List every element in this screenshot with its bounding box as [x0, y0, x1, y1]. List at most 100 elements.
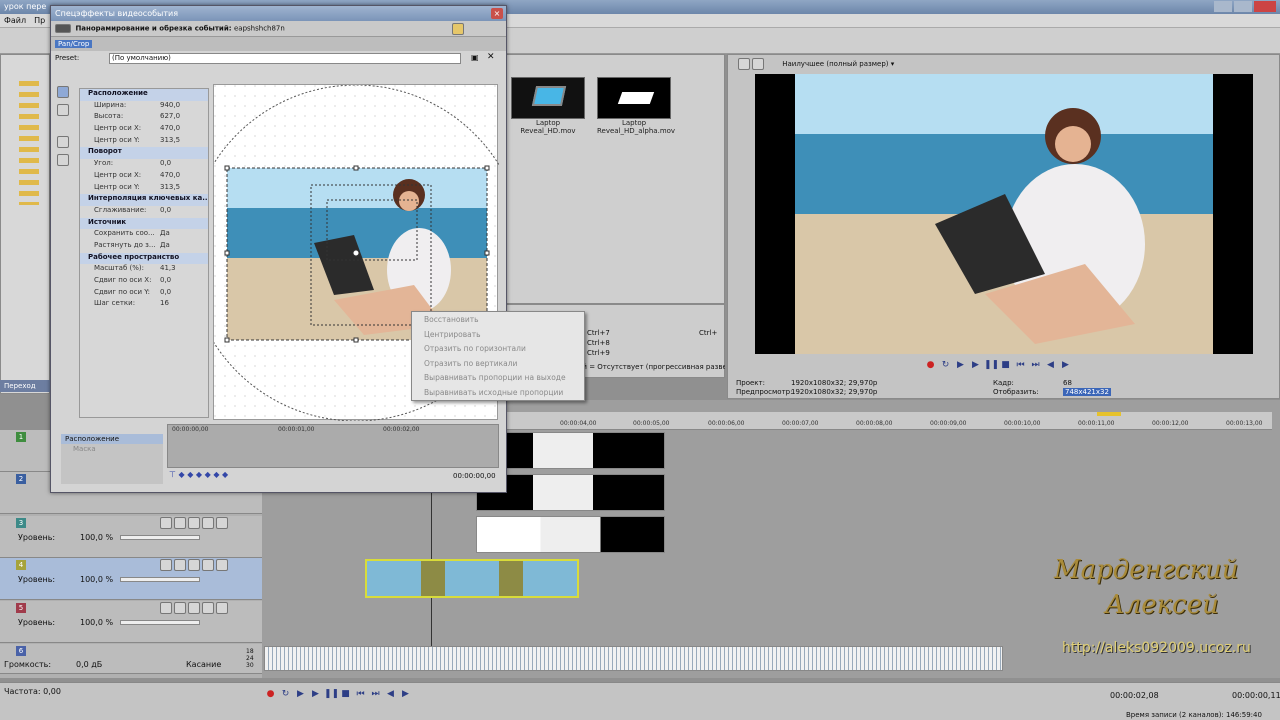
track-solo-icon[interactable]: [216, 517, 228, 529]
prev-keyframe-icon[interactable]: ◆: [187, 470, 193, 479]
clip-beach-video[interactable]: [365, 559, 579, 598]
kf-track-mask[interactable]: Маска: [61, 444, 163, 454]
play-icon[interactable]: ▶: [309, 688, 322, 701]
loop-marker[interactable]: [1097, 412, 1121, 416]
prop-row[interactable]: Ширина: 940,0: [80, 101, 208, 113]
prop-row[interactable]: Шаг сетки: 16: [80, 299, 208, 311]
delete-keyframe-icon[interactable]: ◆: [205, 470, 211, 479]
zoom-tool-icon[interactable]: [57, 104, 69, 116]
close-icon[interactable]: ×: [491, 8, 503, 19]
kf-track-position[interactable]: Расположение: [61, 434, 163, 444]
sync-cursor-icon[interactable]: ⊤: [169, 470, 176, 479]
explorer-tree[interactable]: [19, 75, 39, 205]
level-slider[interactable]: [120, 577, 200, 582]
go-start-icon[interactable]: ⏮: [1014, 359, 1027, 372]
prev-frame-icon[interactable]: ◀: [1044, 359, 1057, 372]
menu-item-flip-vertical[interactable]: Отразить по вертикали: [412, 356, 584, 371]
prop-row[interactable]: Центр оси X: 470,0: [80, 124, 208, 136]
preview-mode-icon[interactable]: [752, 58, 764, 70]
prop-section[interactable]: Расположение: [80, 89, 208, 101]
normal-edit-tool-icon[interactable]: [57, 86, 69, 98]
prop-row[interactable]: Высота: 627,0: [80, 112, 208, 124]
prop-row[interactable]: Центр оси Y: 313,5: [80, 183, 208, 195]
track-fx-icon[interactable]: [160, 559, 172, 571]
chevron-down-icon[interactable]: ▾: [889, 60, 895, 68]
delete-preset-icon[interactable]: ✕: [487, 52, 495, 62]
add-keyframe-icon[interactable]: ◆: [196, 470, 202, 479]
snap-tool-icon[interactable]: [57, 154, 69, 166]
prop-section[interactable]: Источник: [80, 217, 208, 230]
prop-row[interactable]: Масштаб (%): 41,3: [80, 264, 208, 276]
fx-bypass-icon[interactable]: [452, 23, 464, 35]
prop-row[interactable]: Растянуть до з... Да: [80, 241, 208, 253]
dialog-titlebar[interactable]: Спецэффекты видеособытия ×: [51, 6, 506, 21]
preset-select[interactable]: (По умолчанию): [109, 53, 461, 64]
maximize-button[interactable]: [1234, 1, 1252, 12]
record-icon[interactable]: ●: [264, 688, 277, 701]
preview-quality-select[interactable]: Наилучшее (полный размер): [782, 60, 888, 68]
next-frame-icon[interactable]: ▶: [1059, 359, 1072, 372]
loop-icon[interactable]: ↻: [939, 359, 952, 372]
play-from-start-icon[interactable]: ▶: [294, 688, 307, 701]
move-tool-icon[interactable]: [57, 136, 69, 148]
track-mute-icon[interactable]: [202, 517, 214, 529]
prop-row[interactable]: Сглаживание: 0,0: [80, 206, 208, 218]
save-preset-icon[interactable]: ▣: [471, 53, 479, 62]
prop-section[interactable]: Рабочее пространство: [80, 252, 208, 265]
play-from-start-icon[interactable]: ▶: [954, 359, 967, 372]
menu-item-restore[interactable]: Восстановить: [412, 312, 584, 327]
next-frame-icon[interactable]: ▶: [399, 688, 412, 701]
close-window-button[interactable]: [1254, 1, 1276, 12]
media-item-laptop[interactable]: Laptop Reveal_HD.mov: [511, 77, 585, 135]
go-end-icon[interactable]: ⏭: [1029, 359, 1042, 372]
track-header[interactable]: 5 Уровень: 100,0 %: [0, 601, 262, 643]
menu-item-flip-horizontal[interactable]: Отразить по горизонтали: [412, 341, 584, 356]
prop-row[interactable]: Центр оси Y: 313,5: [80, 136, 208, 148]
prev-frame-icon[interactable]: ◀: [384, 688, 397, 701]
pause-icon[interactable]: ❚❚: [984, 359, 999, 372]
tab-pan-crop[interactable]: Pan/Crop: [55, 40, 93, 48]
track-header[interactable]: 3 Уровень: 100,0 %: [0, 516, 262, 558]
track-solo-icon[interactable]: [216, 602, 228, 614]
first-keyframe-icon[interactable]: ◆: [179, 470, 185, 479]
stop-icon[interactable]: ■: [339, 688, 352, 701]
preview-settings-icon[interactable]: [738, 58, 750, 70]
track-composite-icon[interactable]: [188, 559, 200, 571]
menu-item-center[interactable]: Центрировать: [412, 327, 584, 342]
fx-chain-icon[interactable]: [55, 24, 71, 33]
track-solo-icon[interactable]: [216, 559, 228, 571]
prop-row[interactable]: Центр оси X: 470,0: [80, 171, 208, 183]
menu-project[interactable]: Пр: [34, 16, 45, 25]
transitions-tab[interactable]: Переход: [0, 380, 50, 392]
track-motion-icon[interactable]: [174, 602, 186, 614]
pan-mode[interactable]: Касание: [186, 660, 221, 669]
stop-icon[interactable]: ■: [999, 359, 1012, 372]
prop-row[interactable]: Сдвиг по оси Y: 0,0: [80, 288, 208, 300]
audio-clip[interactable]: [264, 646, 1003, 671]
track-composite-icon[interactable]: [188, 602, 200, 614]
track-fx-icon[interactable]: [160, 517, 172, 529]
menu-item-match-output-aspect[interactable]: Выравнивать пропорции на выходе: [412, 370, 584, 385]
menu-item-match-source-aspect[interactable]: Выравнивать исходные пропорции: [412, 385, 584, 400]
pause-icon[interactable]: ❚❚: [324, 688, 339, 701]
go-end-icon[interactable]: ⏭: [369, 688, 382, 701]
prop-row[interactable]: Сдвиг по оси X: 0,0: [80, 276, 208, 288]
record-icon[interactable]: ●: [924, 359, 937, 372]
prop-section[interactable]: Поворот: [80, 147, 208, 160]
track-mute-icon[interactable]: [202, 559, 214, 571]
minimize-button[interactable]: [1214, 1, 1232, 12]
play-icon[interactable]: ▶: [969, 359, 982, 372]
keyframe-timeline[interactable]: 00:00:00,00 00:00:01,00 00:00:02,00: [167, 424, 499, 468]
level-slider[interactable]: [120, 620, 200, 625]
track-motion-icon[interactable]: [174, 559, 186, 571]
loop-icon[interactable]: ↻: [279, 688, 292, 701]
last-keyframe-icon[interactable]: ◆: [222, 470, 228, 479]
track-header-selected[interactable]: 4 Уровень: 100,0 %: [0, 558, 262, 600]
clip-laptop-alpha[interactable]: [476, 516, 665, 553]
track-composite-icon[interactable]: [188, 517, 200, 529]
audio-track-header[interactable]: 6 Громкость: 0,0 дБ Касание 18 24 30: [0, 644, 262, 674]
next-keyframe-icon[interactable]: ◆: [213, 470, 219, 479]
track-motion-icon[interactable]: [174, 517, 186, 529]
prop-row[interactable]: Угол: 0,0: [80, 159, 208, 171]
level-slider[interactable]: [120, 535, 200, 540]
